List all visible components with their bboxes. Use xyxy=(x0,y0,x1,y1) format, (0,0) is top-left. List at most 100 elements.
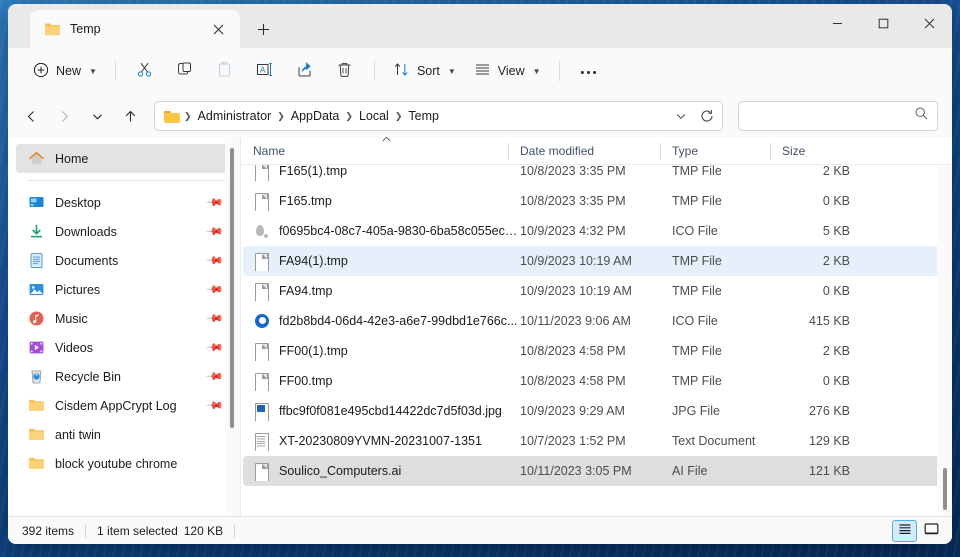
folder-icon xyxy=(28,455,45,472)
folder-icon xyxy=(28,397,45,414)
rename-icon: A xyxy=(256,61,274,81)
pin-icon[interactable]: 📌 xyxy=(205,367,224,386)
sort-button[interactable]: Sort ▼ xyxy=(384,55,465,87)
file-name: FF00.tmp xyxy=(279,374,333,388)
toolbar-divider-2 xyxy=(373,61,375,81)
breadcrumb-item-2[interactable]: Local xyxy=(354,106,394,126)
breadcrumb-item-0[interactable]: Administrator xyxy=(193,106,277,126)
sidebar-item-videos[interactable]: Videos 📌 xyxy=(16,333,232,362)
sidebar-item-documents[interactable]: Documents 📌 xyxy=(16,246,232,275)
column-header-name[interactable]: Name xyxy=(241,136,508,165)
sidebar-item-pictures[interactable]: Pictures 📌 xyxy=(16,275,232,304)
sidebar-item-music[interactable]: Music 📌 xyxy=(16,304,232,333)
sidebar-item-recycle-bin[interactable]: Recycle Bin 📌 xyxy=(16,362,232,391)
cell-name: fd2b8bd4-06d4-42e3-a6e7-99dbd1e766c... xyxy=(243,312,520,331)
breadcrumb-bar[interactable]: ❯ Administrator ❯ AppData ❯ Local ❯ Temp xyxy=(154,101,723,131)
cell-date: 10/11/2023 3:05 PM xyxy=(520,464,632,478)
pin-icon[interactable]: 📌 xyxy=(205,222,224,241)
search-icon[interactable] xyxy=(914,106,929,126)
pin-icon[interactable]: 📌 xyxy=(205,280,224,299)
home-icon xyxy=(28,150,45,167)
cell-name: F165.tmp xyxy=(243,192,520,211)
sidebar-item-label: Home xyxy=(55,151,89,166)
table-row[interactable]: Soulico_Computers.ai 10/11/2023 3:05 PM … xyxy=(243,456,944,486)
file-icon-text xyxy=(253,432,270,451)
file-list-scrollbar-thumb[interactable] xyxy=(943,468,947,510)
breadcrumb-item-3[interactable]: Temp xyxy=(403,106,444,126)
cell-size: 0 KB xyxy=(822,194,850,208)
forward-button[interactable] xyxy=(49,101,79,131)
chevron-down-icon[interactable] xyxy=(668,103,694,129)
file-list[interactable]: F165(1).tmp 10/8/2023 3:35 PM TMP File 2… xyxy=(241,165,952,516)
table-row[interactable]: FF00.tmp 10/8/2023 4:58 PM TMP File 0 KB xyxy=(243,366,944,396)
large-icons-view-button[interactable] xyxy=(919,520,944,542)
pin-icon[interactable]: 📌 xyxy=(205,338,224,357)
pin-icon[interactable]: 📌 xyxy=(205,251,224,270)
sidebar-item-downloads[interactable]: Downloads 📌 xyxy=(16,217,232,246)
rename-button[interactable]: A xyxy=(245,55,285,87)
cell-size: 121 KB xyxy=(808,464,850,478)
sidebar-item-cisdem-appcrypt-log[interactable]: Cisdem AppCrypt Log 📌 xyxy=(16,391,232,420)
chevron-down-icon: ▼ xyxy=(532,66,541,76)
delete-button[interactable] xyxy=(325,55,365,87)
cell-date: 10/7/2023 1:52 PM xyxy=(520,434,626,448)
pin-icon[interactable]: 📌 xyxy=(205,396,224,415)
table-row[interactable]: F165(1).tmp 10/8/2023 3:35 PM TMP File 2… xyxy=(243,165,944,186)
breadcrumb-item-1[interactable]: AppData xyxy=(286,106,345,126)
tab-strip: Temp xyxy=(8,4,280,48)
status-divider-2 xyxy=(234,523,236,538)
sidebar-scrollbar-thumb[interactable] xyxy=(230,148,234,428)
close-button[interactable] xyxy=(906,4,952,42)
file-icon-doc xyxy=(253,252,270,271)
up-button[interactable] xyxy=(115,101,145,131)
search-box[interactable] xyxy=(738,101,938,131)
share-button[interactable] xyxy=(285,55,325,87)
cell-date: 10/8/2023 3:35 PM xyxy=(520,194,626,208)
table-row[interactable]: FF00(1).tmp 10/8/2023 4:58 PM TMP File 2… xyxy=(243,336,944,366)
paste-button[interactable] xyxy=(205,55,245,87)
tab-temp[interactable]: Temp xyxy=(30,10,240,48)
tab-title: Temp xyxy=(70,22,101,36)
sidebar-item-label: Music xyxy=(55,311,88,326)
search-input[interactable] xyxy=(749,109,914,123)
details-view-icon xyxy=(898,522,912,539)
videos-icon xyxy=(28,339,45,356)
column-header-date-modified[interactable]: Date modified xyxy=(508,138,660,165)
table-row[interactable]: F165.tmp 10/8/2023 3:35 PM TMP File 0 KB xyxy=(243,186,944,216)
pin-icon[interactable]: 📌 xyxy=(205,193,224,212)
more-options-button[interactable] xyxy=(569,55,609,87)
minimize-button[interactable] xyxy=(814,4,860,42)
sidebar-item-home[interactable]: Home xyxy=(16,144,232,173)
copy-button[interactable] xyxy=(165,55,205,87)
sidebar-item-label: Recycle Bin xyxy=(55,369,121,384)
details-view-button[interactable] xyxy=(892,519,917,542)
back-button[interactable] xyxy=(16,101,46,131)
column-header-size[interactable]: Size xyxy=(770,138,848,165)
cut-button[interactable] xyxy=(125,55,165,87)
status-divider xyxy=(85,523,87,538)
table-row[interactable]: ffbc9f0f081e495cbd14422dc7d5f03d.jpg 10/… xyxy=(243,396,944,426)
sidebar-item-block-youtube-chrome[interactable]: block youtube chrome xyxy=(16,449,232,478)
table-row[interactable]: f0695bc4-08c7-405a-9830-6ba58c055ec1....… xyxy=(243,216,944,246)
recent-locations-button[interactable] xyxy=(82,101,112,131)
pin-icon[interactable]: 📌 xyxy=(205,309,224,328)
new-tab-button[interactable] xyxy=(246,12,280,46)
new-button[interactable]: New ▼ xyxy=(24,55,106,87)
column-header-type[interactable]: Type xyxy=(660,138,770,165)
new-button-label: New xyxy=(56,64,82,78)
cell-type: AI File xyxy=(672,464,708,478)
table-row[interactable]: FA94(1).tmp 10/9/2023 10:19 AM TMP File … xyxy=(243,246,944,276)
file-list-scrollbar-track[interactable] xyxy=(937,165,952,516)
view-button[interactable]: View ▼ xyxy=(465,55,550,87)
cell-size: 5 KB xyxy=(822,224,850,238)
sidebar-item-desktop[interactable]: Desktop 📌 xyxy=(16,188,232,217)
file-name: Soulico_Computers.ai xyxy=(279,464,402,478)
table-row[interactable]: fd2b8bd4-06d4-42e3-a6e7-99dbd1e766c... 1… xyxy=(243,306,944,336)
maximize-button[interactable] xyxy=(860,4,906,42)
refresh-icon[interactable] xyxy=(694,103,720,129)
file-name: XT-20230809YVMN-20231007-1351 xyxy=(279,434,482,448)
sidebar-item-anti-twin[interactable]: anti twin xyxy=(16,420,232,449)
tab-close-icon[interactable] xyxy=(206,17,230,41)
table-row[interactable]: FA94.tmp 10/9/2023 10:19 AM TMP File 0 K… xyxy=(243,276,944,306)
table-row[interactable]: XT-20230809YVMN-20231007-1351 10/7/2023 … xyxy=(243,426,944,456)
